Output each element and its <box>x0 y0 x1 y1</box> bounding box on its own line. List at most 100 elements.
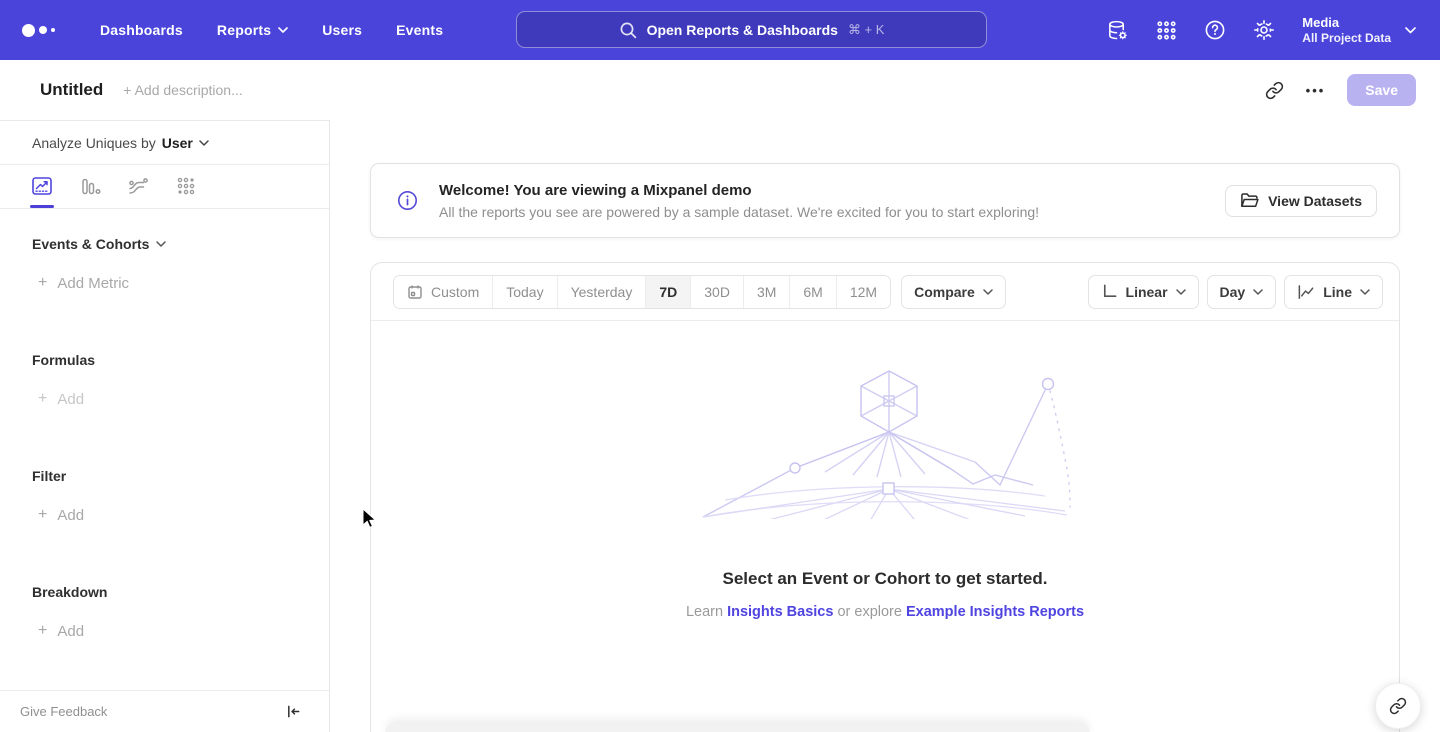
chevron-down-icon <box>1360 289 1370 295</box>
calendar-icon <box>407 284 423 300</box>
nav-reports-label: Reports <box>217 22 271 38</box>
query-builder-sidebar: Analyze Uniques by User <box>0 120 330 732</box>
interval-dropdown[interactable]: Day <box>1207 275 1277 309</box>
insights-basics-link[interactable]: Insights Basics <box>727 604 833 620</box>
search-placeholder: Open Reports & Dashboards <box>647 22 838 38</box>
empty-state-illustration <box>695 367 1075 519</box>
sidebar-sections: Events & Cohorts + Add Metric Formulas +… <box>0 236 329 640</box>
chart-display-controls: Linear Day Line <box>1088 275 1383 309</box>
link-icon <box>1389 697 1407 715</box>
view-datasets-button[interactable]: View Datasets <box>1225 185 1377 217</box>
nav-events[interactable]: Events <box>396 22 443 38</box>
date-range-picker: Custom Today Yesterday 7D 30D 3M 6M 12M <box>393 275 891 309</box>
retention-grid-icon <box>175 175 197 197</box>
add-breakdown-label: Add <box>57 623 84 640</box>
link-icon <box>1265 81 1284 100</box>
global-search[interactable]: Open Reports & Dashboards ⌘ + K <box>516 11 987 48</box>
top-nav: Dashboards Reports Users Events Open Rep… <box>0 0 1440 60</box>
date-range-yesterday[interactable]: Yesterday <box>557 276 646 308</box>
add-filter-label: Add <box>57 507 84 524</box>
give-feedback-link[interactable]: Give Feedback <box>20 704 107 719</box>
report-header: Untitled + Add description... ••• Save <box>0 60 1440 120</box>
add-formula-label: Add <box>57 391 84 408</box>
insights-report-card: Custom Today Yesterday 7D 30D 3M 6M 12M … <box>370 262 1400 732</box>
save-button[interactable]: Save <box>1347 74 1416 106</box>
chevron-down-icon <box>156 241 166 247</box>
bottom-panel-edge[interactable] <box>385 722 1090 732</box>
welcome-banner: Welcome! You are viewing a Mixpanel demo… <box>370 163 1400 238</box>
compare-dropdown[interactable]: Compare <box>901 275 1006 309</box>
search-shortcut: ⌘ + K <box>848 22 885 38</box>
tab-retention[interactable] <box>174 175 198 208</box>
report-title[interactable]: Untitled <box>40 80 103 100</box>
analyze-label: Analyze Uniques by <box>32 135 156 151</box>
tab-bar-chart[interactable] <box>78 175 102 208</box>
data-management-icon[interactable] <box>1106 19 1129 42</box>
add-formula-button[interactable]: + Add <box>38 390 297 408</box>
copy-link-button[interactable] <box>1265 81 1284 100</box>
flows-icon <box>127 175 149 197</box>
project-switcher[interactable]: Media All Project Data <box>1302 15 1416 46</box>
visualization-tabs <box>0 165 329 209</box>
collapse-sidebar-button[interactable] <box>286 704 301 719</box>
empty-chart-area: Select an Event or Cohort to get started… <box>371 321 1399 620</box>
report-content: Welcome! You are viewing a Mixpanel demo… <box>330 120 1440 732</box>
date-range-12m[interactable]: 12M <box>836 276 890 308</box>
report-description-placeholder[interactable]: + Add description... <box>123 82 242 98</box>
mixpanel-logo[interactable] <box>22 24 68 37</box>
chevron-down-icon <box>199 140 209 146</box>
nav-users[interactable]: Users <box>322 22 362 38</box>
main-layout: Analyze Uniques by User <box>0 120 1440 732</box>
nav-dashboards[interactable]: Dashboards <box>100 22 183 38</box>
add-metric-button[interactable]: + Add Metric <box>38 274 297 292</box>
analyze-by-value: User <box>162 135 193 151</box>
chart-type-label: Line <box>1323 284 1352 300</box>
more-options-button[interactable]: ••• <box>1306 83 1326 98</box>
add-metric-label: Add Metric <box>57 275 129 292</box>
chevron-down-icon <box>1405 27 1416 34</box>
tab-line-chart[interactable] <box>30 175 54 208</box>
date-range-today[interactable]: Today <box>492 276 556 308</box>
chevron-down-icon <box>278 27 288 33</box>
logo-dot <box>22 24 35 37</box>
nav-reports[interactable]: Reports <box>217 22 288 38</box>
analyze-by-dropdown[interactable]: User <box>162 135 209 151</box>
chart-controls: Custom Today Yesterday 7D 30D 3M 6M 12M … <box>371 263 1399 321</box>
apps-grid-icon[interactable] <box>1156 20 1177 41</box>
chevron-down-icon <box>1253 289 1263 295</box>
search-icon <box>619 21 637 39</box>
banner-subtitle: All the reports you see are powered by a… <box>439 204 1039 220</box>
settings-gear-icon[interactable] <box>1253 19 1275 41</box>
empty-state-subtitle: Learn Insights Basics or explore Example… <box>686 604 1084 620</box>
collapse-left-icon <box>286 704 301 719</box>
add-breakdown-button[interactable]: + Add <box>38 622 297 640</box>
compare-label: Compare <box>914 284 975 300</box>
section-breakdown: Breakdown <box>32 584 297 600</box>
view-datasets-label: View Datasets <box>1268 193 1362 209</box>
primary-nav: Dashboards Reports Users Events <box>100 22 443 38</box>
share-link-fab[interactable] <box>1375 683 1421 729</box>
add-filter-button[interactable]: + Add <box>38 506 297 524</box>
date-range-label: Custom <box>431 284 479 300</box>
logo-dot <box>39 26 47 34</box>
tab-flows[interactable] <box>126 175 150 208</box>
example-reports-link[interactable]: Example Insights Reports <box>906 604 1084 620</box>
date-range-3m[interactable]: 3M <box>743 276 789 308</box>
empty-state-title: Select an Event or Cohort to get started… <box>723 569 1048 589</box>
plus-icon: + <box>38 274 47 292</box>
chevron-down-icon <box>983 289 993 295</box>
chart-type-dropdown[interactable]: Line <box>1284 275 1383 309</box>
section-events-cohorts[interactable]: Events & Cohorts <box>32 236 297 252</box>
date-range-6m[interactable]: 6M <box>789 276 835 308</box>
date-range-custom[interactable]: Custom <box>394 276 492 308</box>
section-title: Breakdown <box>32 584 107 600</box>
help-icon[interactable] <box>1204 19 1226 41</box>
line-chart-icon <box>31 175 53 197</box>
date-range-7d[interactable]: 7D <box>645 276 690 308</box>
linear-axis-icon <box>1101 283 1118 300</box>
project-environment: All Project Data <box>1302 31 1391 46</box>
folder-icon <box>1240 192 1259 209</box>
section-formulas: Formulas <box>32 352 297 368</box>
date-range-30d[interactable]: 30D <box>690 276 743 308</box>
scale-dropdown[interactable]: Linear <box>1088 275 1199 309</box>
